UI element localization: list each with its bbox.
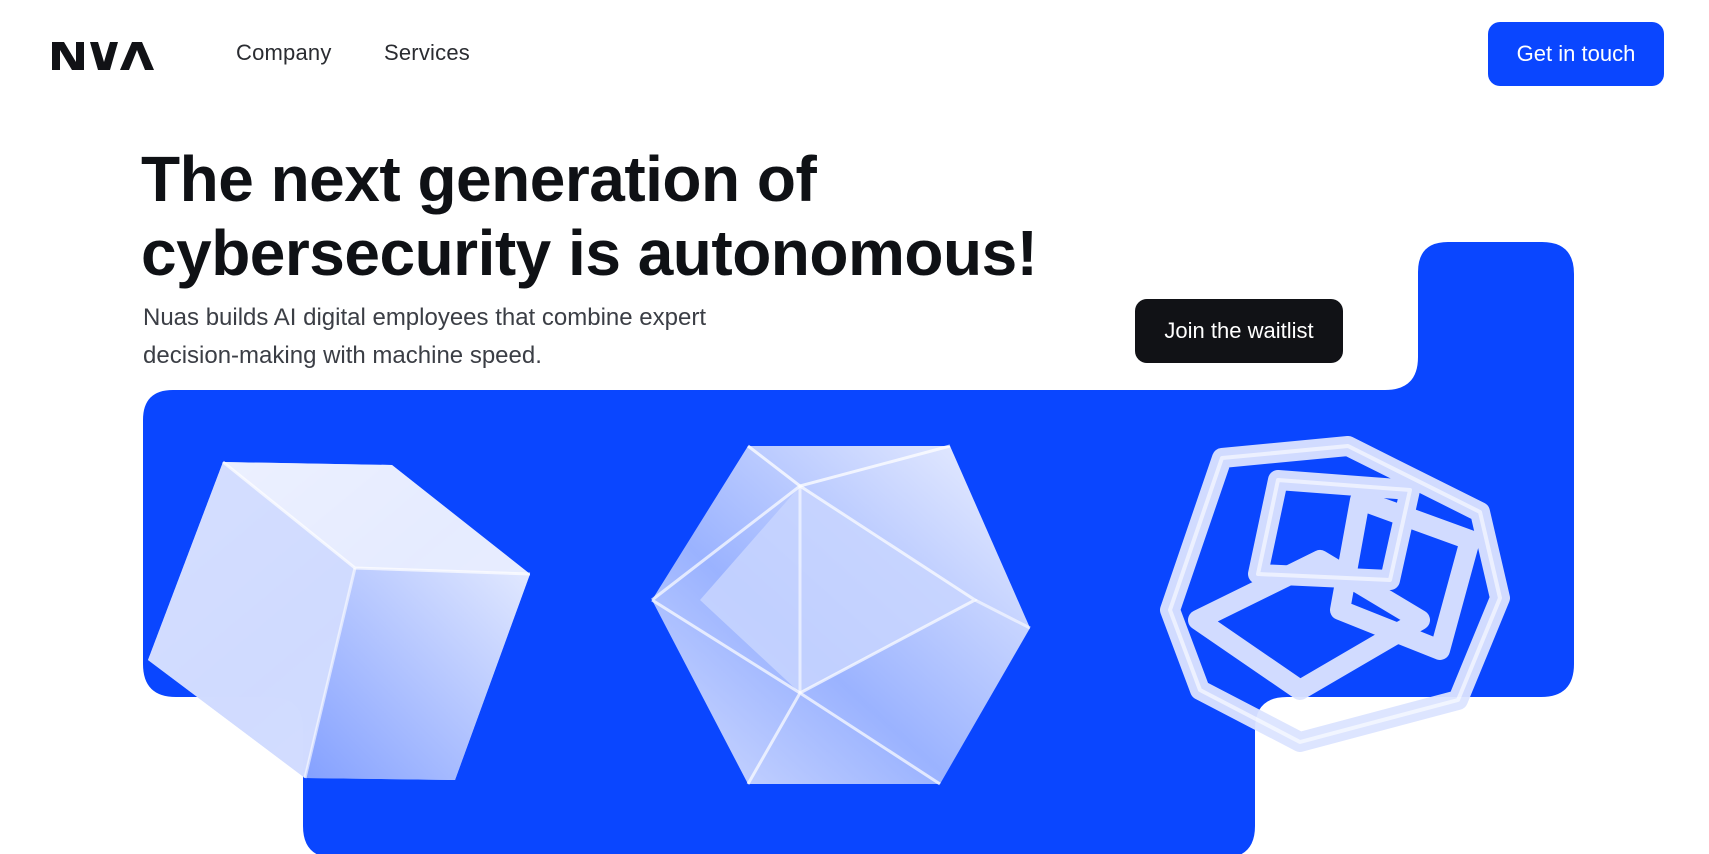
top-nav: Company Services Get in touch — [0, 0, 1709, 108]
hero-subtitle: Nuas builds AI digital employees that co… — [143, 299, 843, 375]
glass-cube-icon — [148, 460, 531, 780]
glass-lattice-cube-icon — [1160, 436, 1510, 752]
page-title: The next generation of cybersecurity is … — [141, 142, 1041, 290]
nua-logo-icon[interactable] — [50, 38, 154, 72]
subtitle-line-2: decision-making with machine speed. — [143, 342, 542, 369]
hero-visual — [143, 242, 1574, 854]
nav-link-services[interactable]: Services — [384, 40, 470, 66]
headline-line-1: The next generation of — [141, 143, 817, 215]
nav-link-company[interactable]: Company — [236, 40, 332, 66]
subtitle-line-1: Nuas builds AI digital employees that co… — [143, 304, 706, 331]
glass-icosahedron-icon — [651, 444, 1031, 786]
join-waitlist-button[interactable]: Join the waitlist — [1135, 299, 1343, 363]
get-in-touch-button[interactable]: Get in touch — [1488, 22, 1664, 86]
headline-line-2: cybersecurity is autonomous! — [141, 217, 1038, 289]
